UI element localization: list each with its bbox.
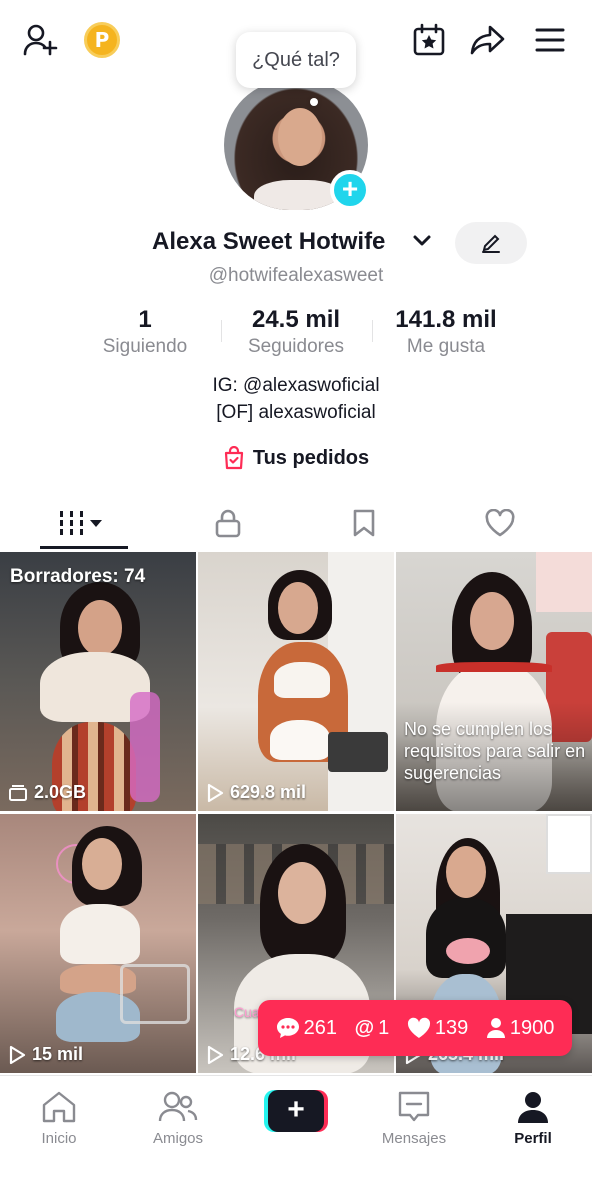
caption-fragment: Cua	[234, 1004, 260, 1020]
bottom-navigation: Inicio Amigos + Mensajes Perfil	[0, 1075, 592, 1200]
status-bubble[interactable]: ¿Qué tal?	[236, 32, 356, 106]
profile-handle: @hotwifealexasweet	[208, 265, 384, 286]
notif-followers: 1900	[486, 1017, 554, 1040]
stat-label: Siguiendo	[102, 336, 188, 357]
status-bubble-text: ¿Qué tal?	[252, 48, 340, 71]
bookmark-icon	[353, 509, 375, 537]
nav-home-label: Inicio	[41, 1130, 77, 1147]
create-button[interactable]: +	[264, 1090, 328, 1132]
stat-value: 141.8 mil	[395, 306, 497, 333]
name-row: Alexa Sweet Hotwife	[0, 222, 592, 264]
inbox-icon	[398, 1091, 430, 1122]
nav-inbox-label: Mensajes	[381, 1130, 447, 1147]
profile-bio: IG: @alexaswoficial [OF] alexaswoficial	[0, 372, 592, 426]
plus-icon: +	[268, 1090, 324, 1132]
profile-name[interactable]: Alexa Sweet Hotwife	[152, 228, 385, 256]
nav-home[interactable]: Inicio	[9, 1084, 109, 1147]
video-tile[interactable]: 629.8 mil	[198, 552, 394, 811]
stat-label: Seguidores	[247, 336, 345, 357]
video-tile[interactable]: 15 mil	[0, 814, 196, 1073]
chevron-down-icon[interactable]	[412, 234, 432, 253]
notif-comments: 261	[276, 1017, 337, 1040]
video-tile-not-eligible[interactable]: No se cumplen los requisitos para salir …	[396, 552, 592, 811]
stat-label: Me gusta	[406, 336, 486, 357]
video-views: 15 mil	[8, 1044, 83, 1065]
comment-icon	[276, 1018, 299, 1038]
notif-likes: 139	[407, 1017, 468, 1040]
menu-icon[interactable]	[530, 20, 570, 60]
at-icon: @	[354, 1016, 375, 1039]
coins-icon[interactable]: P	[82, 20, 122, 60]
tab-videos[interactable]	[40, 498, 128, 548]
profile-avatar[interactable]: +	[224, 80, 370, 210]
nav-friends-label: Amigos	[152, 1130, 204, 1147]
add-friend-icon[interactable]	[20, 20, 60, 60]
heart-outline-icon	[485, 509, 515, 537]
pencil-icon	[482, 234, 500, 253]
not-eligible-notice: No se cumplen los requisitos para salir …	[404, 719, 586, 783]
drafts-label: Borradores: 74	[10, 566, 146, 587]
share-icon[interactable]	[468, 20, 508, 60]
nav-friends[interactable]: Amigos	[128, 1084, 228, 1147]
stat-followers[interactable]: 24.5 mil Seguidores	[236, 306, 356, 360]
shopping-bag-icon	[224, 446, 243, 470]
nav-inbox[interactable]: Mensajes	[364, 1084, 464, 1147]
tab-liked[interactable]	[460, 498, 540, 548]
stat-value: 24.5 mil	[251, 306, 341, 333]
profile-icon	[518, 1092, 548, 1123]
profile-tabs	[0, 498, 592, 550]
notif-mentions: @ 1	[354, 1016, 390, 1039]
video-tile-drafts[interactable]: Borradores: 74 2.0GB	[0, 552, 196, 811]
bio-line: [OF] alexaswoficial	[216, 402, 376, 423]
play-icon	[9, 1045, 26, 1064]
add-story-icon[interactable]: +	[330, 170, 370, 210]
stat-value: 1	[138, 306, 152, 333]
stats-row: 1 Siguiendo 24.5 mil Seguidores 141.8 mi…	[0, 306, 592, 362]
video-views: 2.0GB	[8, 782, 86, 803]
activity-notification[interactable]: 261 @ 1 139 1900	[258, 1000, 572, 1056]
nav-profile-label: Perfil	[514, 1130, 552, 1147]
orders-label: Tus pedidos	[252, 446, 370, 469]
nav-profile[interactable]: Perfil	[483, 1084, 583, 1147]
calendar-star-icon[interactable]	[409, 20, 449, 60]
stat-following[interactable]: 1 Siguiendo	[90, 306, 200, 360]
folder-icon	[9, 784, 27, 801]
play-icon	[207, 1045, 224, 1064]
tab-private[interactable]	[188, 498, 268, 548]
edit-profile-button[interactable]	[455, 222, 527, 264]
play-icon	[207, 783, 224, 802]
home-icon	[42, 1091, 76, 1123]
tab-saved[interactable]	[324, 498, 404, 548]
orders-link[interactable]: Tus pedidos	[0, 446, 592, 470]
person-icon	[486, 1018, 505, 1038]
heart-icon	[407, 1017, 430, 1038]
lock-icon	[215, 509, 241, 538]
grid-icon	[60, 511, 102, 535]
friends-icon	[158, 1091, 198, 1122]
bio-line: IG: @alexaswoficial	[212, 375, 380, 396]
stat-likes[interactable]: 141.8 mil Me gusta	[380, 306, 512, 360]
video-views: 629.8 mil	[206, 782, 306, 803]
